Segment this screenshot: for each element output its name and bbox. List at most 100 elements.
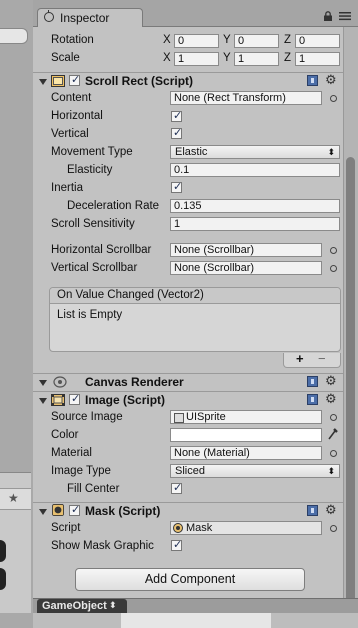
dropdown-caret-icon: ⬍: [109, 601, 117, 611]
axis-y-label[interactable]: Y: [223, 34, 231, 46]
remove-event-button[interactable]: −: [318, 351, 326, 366]
inspector-scrollbar[interactable]: [343, 27, 358, 605]
rotation-x-field[interactable]: 0: [174, 34, 219, 48]
foldout-arrow-icon[interactable]: [39, 398, 47, 404]
horizontal-scrollbar-label: Horizontal Scrollbar: [51, 244, 152, 256]
vertical-scrollbar-field[interactable]: None (Scrollbar): [170, 261, 322, 275]
axis-z-label[interactable]: Z: [284, 34, 291, 46]
object-picker-icon[interactable]: [330, 414, 337, 421]
add-component-button[interactable]: Add Component: [75, 568, 305, 591]
movement-type-label: Movement Type: [51, 146, 133, 158]
vertical-scrollbar-label: Vertical Scrollbar: [51, 262, 138, 274]
mask-component-icon: [52, 504, 64, 516]
color-field[interactable]: [170, 428, 322, 442]
star-icon[interactable]: ★: [8, 491, 19, 505]
source-image-label: Source Image: [51, 411, 123, 423]
help-book-icon[interactable]: [307, 394, 318, 405]
mask-enabled-checkbox[interactable]: [69, 503, 80, 516]
material-field[interactable]: None (Material): [170, 446, 322, 460]
foldout-arrow-icon[interactable]: [39, 380, 47, 386]
event-title: On Value Changed (Vector2): [57, 289, 204, 301]
deceleration-rate-field[interactable]: 0.135: [170, 199, 340, 213]
source-image-field[interactable]: UISprite: [170, 410, 322, 424]
image-type-dropdown[interactable]: Sliced ⬍: [170, 464, 340, 478]
scrollbar-thumb[interactable]: [346, 157, 355, 605]
show-mask-graphic-checkbox[interactable]: [171, 538, 182, 551]
help-book-icon[interactable]: [307, 376, 318, 387]
axis-y-label[interactable]: Y: [223, 52, 231, 64]
scroll-rect-enabled-checkbox[interactable]: [69, 73, 80, 86]
eyedropper-icon[interactable]: [327, 427, 339, 441]
object-picker-icon[interactable]: [330, 265, 337, 272]
eye-icon: [53, 376, 67, 388]
foldout-arrow-icon[interactable]: [39, 79, 47, 85]
scale-label: Scale: [51, 52, 80, 64]
gear-icon[interactable]: ⚙: [325, 375, 337, 388]
tab-bar: Inspector: [33, 0, 358, 27]
movement-type-dropdown[interactable]: Elastic ⬍: [170, 145, 340, 159]
script-label: Script: [51, 522, 81, 534]
left-dark-block: [0, 540, 6, 562]
horizontal-checkbox[interactable]: [171, 109, 182, 122]
lock-icon[interactable]: [323, 11, 333, 21]
material-label: Material: [51, 447, 92, 459]
left-panel-control[interactable]: [0, 28, 28, 44]
inspector-panel: Rotation X 0 Y 0 Z 0 Scale X 1 Y 1 Z 1 S…: [33, 27, 343, 598]
deceleration-rate-label: Deceleration Rate: [67, 200, 160, 212]
bottom-strip: [33, 613, 358, 628]
rotation-z-field[interactable]: 0: [295, 34, 340, 48]
gear-icon[interactable]: ⚙: [325, 504, 337, 517]
gameobject-tab-label: GameObject: [42, 600, 107, 612]
gear-icon[interactable]: ⚙: [325, 74, 337, 87]
horizontal-scrollbar-field[interactable]: None (Scrollbar): [170, 243, 322, 257]
scroll-sensitivity-label: Scroll Sensitivity: [51, 218, 135, 230]
panel-menu-icon[interactable]: [339, 11, 351, 21]
tab-label: Inspector: [60, 11, 110, 25]
rotation-label: Rotation: [51, 34, 94, 46]
source-image-value: UISprite: [186, 411, 226, 423]
scroll-rect-title: Scroll Rect (Script): [85, 74, 194, 88]
canvas-renderer-title: Canvas Renderer: [85, 375, 184, 389]
help-book-icon[interactable]: [307, 505, 318, 516]
script-field[interactable]: Mask: [170, 521, 322, 535]
inertia-checkbox[interactable]: [171, 180, 182, 193]
content-field[interactable]: None (Rect Transform): [170, 91, 322, 105]
mask-title: Mask (Script): [85, 504, 161, 518]
foldout-arrow-icon[interactable]: [39, 509, 47, 515]
scale-z-field[interactable]: 1: [295, 52, 340, 66]
fill-center-checkbox[interactable]: [171, 481, 182, 494]
add-event-button[interactable]: +: [296, 351, 304, 366]
content-label: Content: [51, 92, 92, 104]
event-add-remove: + −: [283, 351, 341, 368]
vertical-checkbox[interactable]: [171, 126, 182, 139]
elasticity-field[interactable]: 0.1: [170, 163, 340, 177]
axis-x-label[interactable]: X: [163, 34, 171, 46]
script-icon: [173, 523, 183, 533]
script-value: Mask: [186, 522, 213, 534]
scale-x-field[interactable]: 1: [174, 52, 219, 66]
left-panel-strip: ★: [0, 0, 33, 628]
preview-area: [121, 613, 271, 628]
scroll-rect-header[interactable]: Scroll Rect (Script) ⚙: [33, 72, 343, 89]
image-type-label: Image Type: [51, 465, 111, 477]
scale-y-field[interactable]: 1: [234, 52, 279, 66]
gameobject-tab[interactable]: GameObject ⬍: [37, 599, 127, 613]
image-enabled-checkbox[interactable]: [69, 392, 80, 405]
axis-z-label[interactable]: Z: [284, 52, 291, 64]
image-header[interactable]: Image (Script) ⚙: [33, 391, 343, 408]
scroll-sensitivity-field[interactable]: 1: [170, 217, 340, 231]
mask-header[interactable]: Mask (Script) ⚙: [33, 502, 343, 519]
gear-icon[interactable]: ⚙: [325, 393, 337, 406]
movement-type-value: Elastic: [175, 146, 208, 158]
axis-x-label[interactable]: X: [163, 52, 171, 64]
rotation-y-field[interactable]: 0: [234, 34, 279, 48]
object-picker-icon[interactable]: [330, 525, 337, 532]
help-book-icon[interactable]: [307, 75, 318, 86]
tab-inspector[interactable]: Inspector: [37, 8, 143, 27]
inertia-label: Inertia: [51, 182, 83, 194]
object-picker-icon[interactable]: [330, 95, 337, 102]
object-picker-icon[interactable]: [330, 247, 337, 254]
fill-center-label: Fill Center: [67, 483, 120, 495]
object-picker-icon[interactable]: [330, 450, 337, 457]
canvas-renderer-header[interactable]: Canvas Renderer ⚙: [33, 373, 343, 390]
